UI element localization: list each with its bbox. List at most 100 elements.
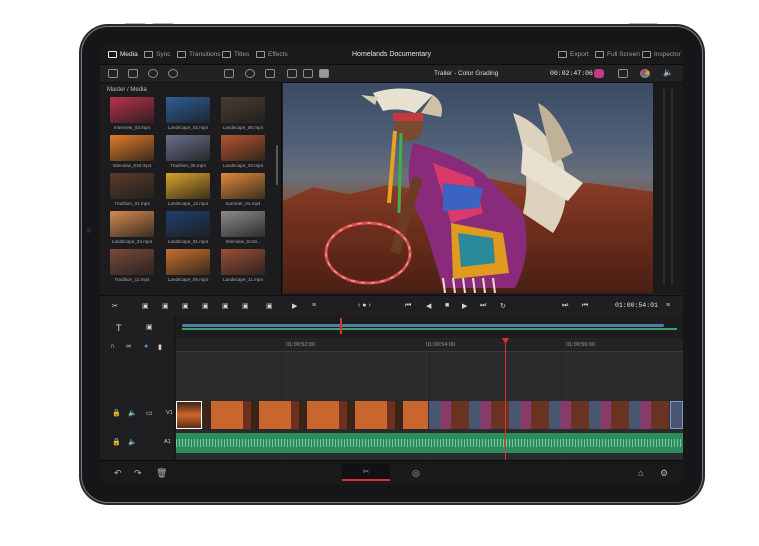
mini-timeline-audio [182, 328, 677, 330]
snapping-icon[interactable]: ∩ [110, 343, 115, 350]
media-clip-thumbnail[interactable] [166, 173, 210, 199]
list-view-icon[interactable] [128, 69, 138, 78]
bottom-bar: ↶ ↷ 🗑 ✂ ◎ ⌂ ⚙ [100, 460, 683, 485]
fullscreen-icon [595, 51, 604, 58]
search-icon[interactable] [245, 69, 255, 78]
place-on-top-icon[interactable]: ▣ [222, 302, 229, 310]
media-clip-name: Landscape_01.mp4 [167, 239, 209, 244]
transport-timecode: 01:00:54:01 [615, 302, 658, 309]
undo-icon[interactable]: ↶ [114, 468, 122, 479]
title-tool-icon[interactable]: T [116, 323, 122, 333]
loop-icon[interactable]: ↻ [500, 302, 506, 310]
media-clip-thumbnail[interactable] [221, 173, 265, 199]
flag-icon[interactable]: ● [144, 343, 148, 350]
media-clip-name: Interview_03.mp4 [113, 125, 151, 130]
media-pool-breadcrumb: Master / Media [107, 87, 147, 93]
panel-toggle-icon[interactable] [108, 69, 118, 78]
media-pool-scrollbar[interactable] [276, 145, 278, 185]
video-toggle-icon[interactable]: ▭ [146, 409, 153, 417]
cut-page-tab[interactable]: ✂ [342, 464, 390, 481]
speaker-icon[interactable]: 🔈 [663, 68, 673, 77]
video-clip-end[interactable] [670, 401, 683, 429]
media-clip-thumbnail[interactable] [166, 97, 210, 123]
crop-tool-icon[interactable]: ▣ [146, 323, 153, 331]
media-clip-thumbnail[interactable] [110, 249, 154, 275]
color-wheel-icon[interactable] [640, 69, 650, 78]
replace-icon[interactable]: ▣ [182, 302, 189, 310]
media-clip-thumbnail[interactable] [166, 249, 210, 275]
dual-viewer-icon[interactable] [319, 69, 329, 78]
mini-timeline-playhead[interactable] [340, 318, 342, 334]
audio-toggle-icon[interactable]: 🔈 [128, 409, 137, 417]
media-clip-thumbnail[interactable] [221, 97, 265, 123]
media-clip-thumbnail[interactable] [166, 211, 210, 237]
append-icon[interactable]: ▣ [242, 302, 249, 310]
video-track[interactable] [176, 401, 683, 429]
media-clip-thumbnail[interactable] [110, 97, 154, 123]
mark-in-icon[interactable]: ⏭ [562, 302, 568, 310]
go-to-start-icon[interactable]: ⏮ [405, 302, 411, 310]
home-icon[interactable]: ⌂ [638, 468, 643, 478]
topbar-export[interactable]: Export [558, 51, 589, 58]
timeline-ruler[interactable]: 01:00:52:00 01:00:54:00 01:00:56:00 [176, 338, 683, 352]
topbar-inspector[interactable]: Inspector [642, 51, 681, 58]
media-pool: Master / Media Interview_03.mp4 Landscape… [100, 83, 282, 295]
jog-control-icon[interactable]: ‹ ● › [358, 302, 371, 309]
redo-icon[interactable]: ↷ [134, 468, 142, 479]
marker-icon[interactable]: ▮ [158, 343, 162, 351]
export-icon [558, 51, 567, 58]
link-clips-icon[interactable]: ∞ [126, 343, 131, 350]
audio-track[interactable] [176, 433, 683, 453]
edit-page-icon[interactable]: ◎ [412, 468, 420, 479]
source-viewer-icon[interactable] [287, 69, 297, 78]
transport-bar: ✂ ▣ ▣ ▣ ▣ ▣ ▣ ▣ ▶ ≡ ‹ ● › ⏮ ◀ ■ ▶ ⏭ ↻ ⏭ … [100, 295, 683, 315]
mini-timeline[interactable] [100, 315, 683, 338]
transform-icon[interactable] [618, 69, 628, 78]
audio-mute-icon[interactable]: 🔈 [128, 438, 137, 446]
audio-track-label: A1 [164, 439, 171, 445]
overwrite-icon[interactable]: ▣ [162, 302, 169, 310]
video-viewer[interactable] [283, 83, 653, 293]
media-clip-name: Landscape_24.mp4 [111, 239, 153, 244]
lock-icon[interactable]: 🔒 [112, 409, 121, 417]
media-clip-thumbnail[interactable] [110, 135, 154, 161]
media-clip-thumbnail[interactable] [166, 135, 210, 161]
play-reverse-icon[interactable]: ◀ [426, 302, 431, 310]
edit-tool-icon[interactable]: ✂ [112, 302, 118, 310]
playhead-jump-icon[interactable]: ▶ [292, 302, 297, 310]
color-effects-icon[interactable] [594, 69, 604, 78]
source-overwrite-icon[interactable]: ▣ [266, 302, 273, 310]
sort-icon[interactable] [265, 69, 275, 78]
video-clip-sunset[interactable] [203, 401, 428, 429]
insert-icon[interactable]: ▣ [142, 302, 149, 310]
media-clip-thumbnail[interactable] [110, 211, 154, 237]
fit-to-fill-icon[interactable]: ▣ [202, 302, 209, 310]
link-icon[interactable] [148, 69, 158, 78]
video-clip-dancer[interactable] [429, 401, 669, 429]
timeline-viewer-icon[interactable] [303, 69, 313, 78]
timeline-playhead[interactable] [505, 338, 506, 460]
media-clip-thumbnail[interactable] [221, 211, 265, 237]
media-clip-thumbnail[interactable] [221, 135, 265, 161]
play-icon[interactable]: ▶ [462, 302, 467, 310]
media-clip-name: Tradition_01.mp4 [114, 201, 150, 206]
menu-icon[interactable]: ≡ [666, 302, 670, 309]
audio-settings-icon[interactable]: ≡ [312, 302, 316, 309]
timeline[interactable]: 01:00:52:00 01:00:54:00 01:00:56:00 [176, 338, 683, 460]
settings-icon[interactable]: ⚙ [660, 468, 668, 479]
stop-icon[interactable]: ■ [445, 302, 449, 309]
grid-view-icon[interactable] [224, 69, 234, 78]
delete-icon[interactable]: 🗑 [156, 468, 167, 479]
go-to-end-icon[interactable]: ⏭ [480, 302, 486, 310]
ruler-tick: 01:00:54:00 [426, 342, 456, 348]
viewer-timecode: 00:02:47:06 [550, 70, 593, 77]
audio-lock-icon[interactable]: 🔒 [112, 438, 121, 446]
topbar-fullscreen[interactable]: Full Screen [595, 51, 640, 58]
video-clip-selected[interactable] [176, 401, 202, 429]
audio-waveform [176, 439, 683, 447]
media-clip-thumbnail[interactable] [110, 173, 154, 199]
media-clip-thumbnail[interactable] [221, 249, 265, 275]
ruler-tick: 01:00:52:00 [286, 342, 316, 348]
clip-attributes-icon[interactable] [168, 69, 178, 78]
mark-out-icon[interactable]: ⏮ [582, 302, 588, 310]
